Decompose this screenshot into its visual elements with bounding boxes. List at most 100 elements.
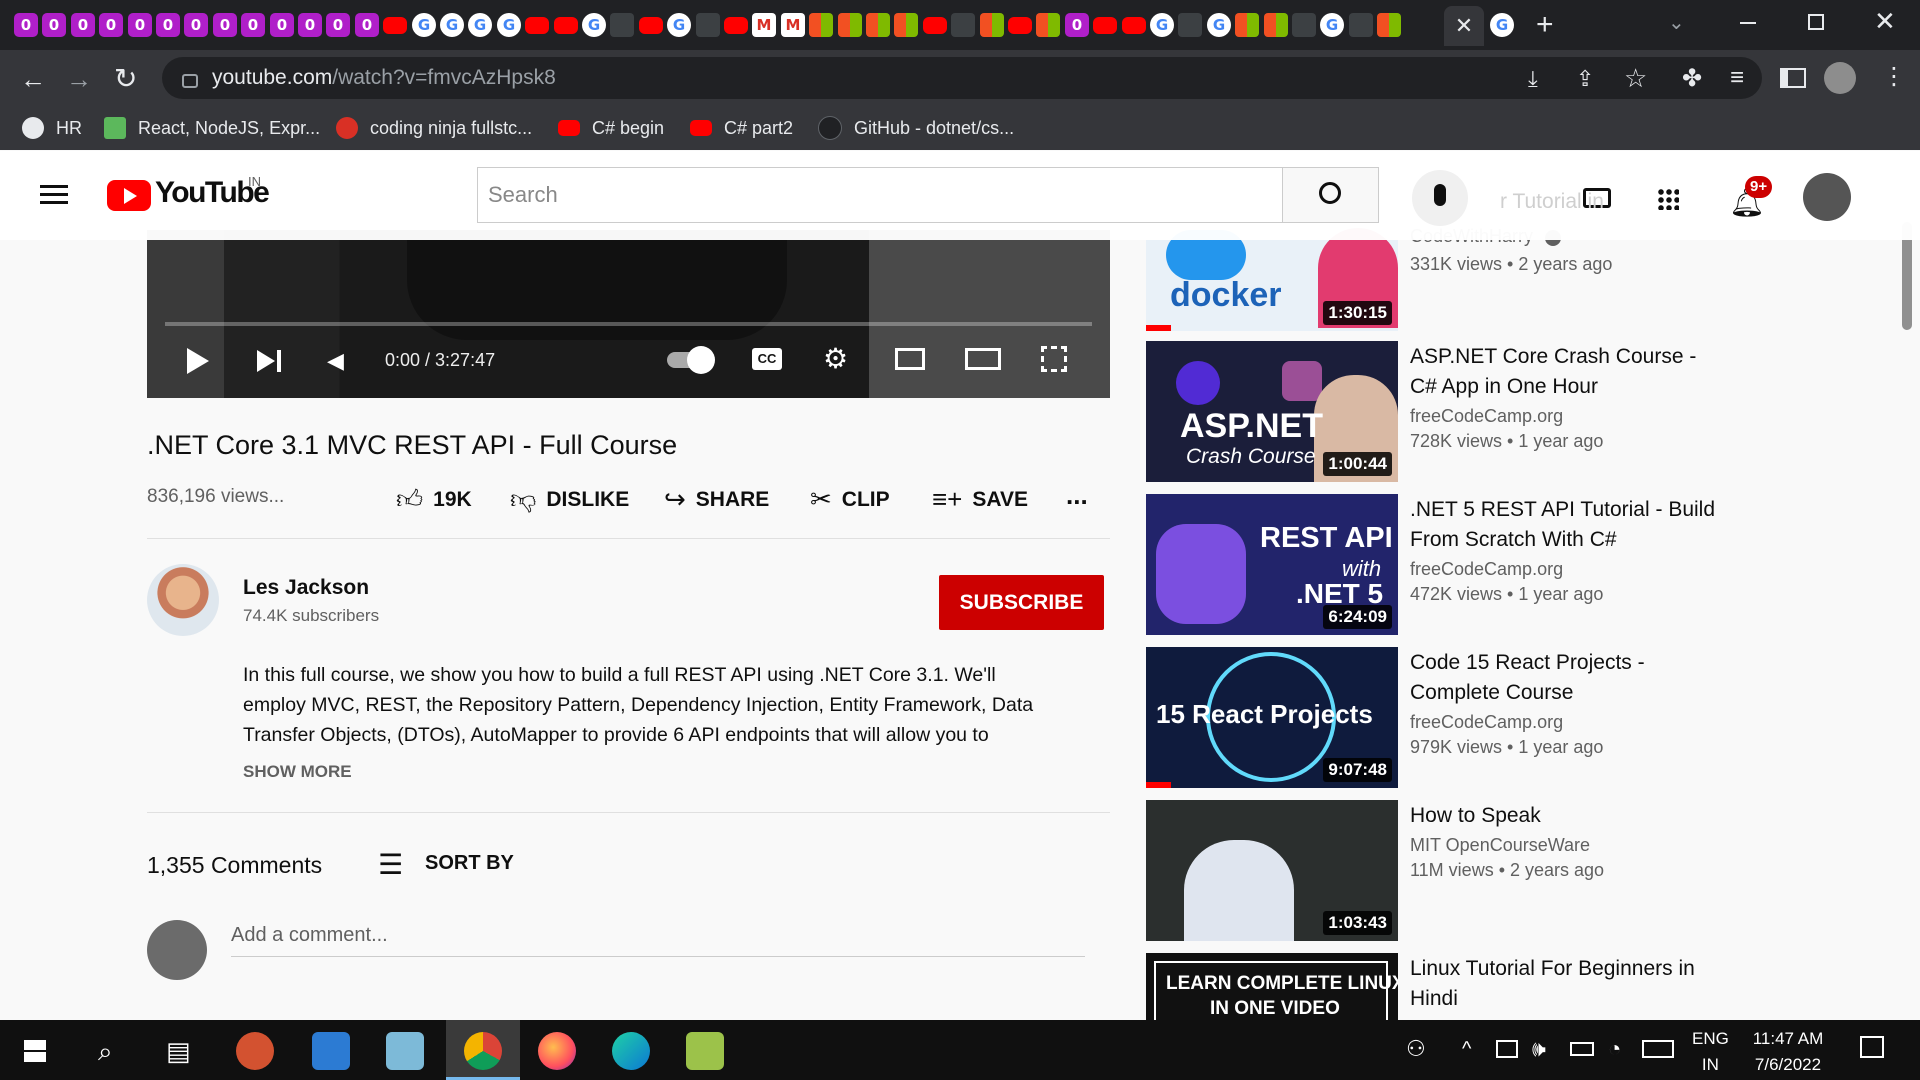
sidebar-thumbnail-rest-api[interactable]: REST API with .NET 5 6:24:09 [1146, 494, 1398, 635]
gmail-tab-icon[interactable]: M [752, 13, 776, 37]
google-tab-icon[interactable]: G [1207, 13, 1231, 37]
pinned-tab-icon[interactable]: 0 [326, 13, 350, 37]
sidebar-item-react[interactable]: Code 15 React Projects - Complete Course… [1410, 648, 1730, 758]
search-button[interactable] [1283, 167, 1379, 223]
side-panel-icon[interactable] [1780, 68, 1806, 88]
youtube-tab-icon[interactable] [1093, 17, 1117, 34]
apps-grid-icon[interactable] [1657, 188, 1679, 210]
new-tab-icon[interactable]: + [1536, 8, 1554, 42]
security-icon[interactable] [1496, 1040, 1518, 1058]
microsoft-tab-icon[interactable] [894, 13, 918, 37]
save-button[interactable]: ≡+ SAVE [932, 484, 1028, 515]
youtube-tab-icon[interactable] [1122, 17, 1146, 34]
microsoft-tab-icon[interactable] [1377, 13, 1401, 37]
youtube-tab-icon[interactable] [525, 17, 549, 34]
youtube-tab-icon[interactable] [383, 17, 407, 34]
gmail-tab-icon[interactable]: M [781, 13, 805, 37]
pinned-tab-icon[interactable]: 0 [184, 13, 208, 37]
youtube-logo-icon[interactable] [107, 180, 151, 211]
sidebar-thumbnail-how-to-speak[interactable]: 1:03:43 [1146, 800, 1398, 941]
share-button[interactable]: ↪ SHARE [664, 484, 769, 515]
pinned-tab-icon[interactable]: 0 [298, 13, 322, 37]
sidebar-thumbnail-linux[interactable]: LEARN COMPLETE LINUX IN ONE VIDEO [1146, 953, 1398, 1020]
pinned-tab-icon[interactable]: 0 [42, 13, 66, 37]
theater-mode-icon[interactable] [965, 348, 1001, 370]
share-page-icon[interactable]: ⇪ [1576, 66, 1594, 92]
subscribe-button[interactable]: SUBSCRIBE [939, 575, 1104, 630]
search-taskbar-icon[interactable]: ⌕ [98, 1036, 113, 1068]
volume-tray-icon[interactable]: 🕪︎ [1532, 1036, 1546, 1062]
forward-icon[interactable]: → [66, 64, 92, 95]
pinned-tab-icon[interactable]: 0 [71, 13, 95, 37]
tab-search-icon[interactable]: ⌄ [1668, 10, 1685, 35]
people-icon[interactable]: ⚇ [1406, 1036, 1426, 1062]
settings-gear-icon[interactable]: ⚙ [823, 342, 848, 375]
site-tab-icon[interactable] [696, 13, 720, 37]
hamburger-menu-icon[interactable] [40, 185, 68, 188]
reload-icon[interactable]: ↻ [114, 62, 137, 95]
language-indicator[interactable]: ENG IN [1692, 1026, 1729, 1078]
sidebar-thumbnail-aspnet[interactable]: ASP.NET Crash Course 1:00:44 [1146, 341, 1398, 482]
pinned-tab-icon[interactable]: 0 [355, 13, 379, 37]
notes-app-icon[interactable] [686, 1032, 724, 1070]
google-tab-icon[interactable]: G [440, 13, 464, 37]
comment-input[interactable]: Add a comment... [231, 924, 1085, 957]
minimize-icon[interactable] [1740, 22, 1756, 24]
progress-bar[interactable] [165, 322, 1092, 326]
wifi-icon[interactable]: ◔ [1608, 1036, 1621, 1062]
google-tab-icon[interactable]: G [1150, 13, 1174, 37]
youtube-tab-icon[interactable] [1008, 17, 1032, 34]
user-account-avatar[interactable] [1803, 173, 1851, 221]
site-tab-icon[interactable] [1292, 13, 1316, 37]
bookmark-coding-ninja[interactable]: coding ninja fullstc... [336, 116, 532, 140]
sidebar-item-aspnet[interactable]: ASP.NET Core Crash Course - C# App in On… [1410, 342, 1730, 452]
cc-button[interactable]: CC [752, 348, 782, 370]
next-icon[interactable] [257, 350, 275, 372]
extensions-icon[interactable]: ✤ [1682, 64, 1702, 93]
sort-icon[interactable]: ☰ [378, 848, 403, 881]
close-tab-icon[interactable]: ✕ [1444, 6, 1484, 46]
microsoft-tab-icon[interactable] [980, 13, 1004, 37]
sidebar-item-linux[interactable]: Linux Tutorial For Beginners in Hindi [1410, 954, 1730, 1014]
bookmark-csharp-part2[interactable]: C# part2 [690, 116, 793, 140]
google-tab-icon[interactable]: G [497, 13, 521, 37]
back-icon[interactable]: ← [20, 64, 46, 95]
youtube-tab-icon[interactable] [724, 17, 748, 34]
close-window-icon[interactable]: ✕ [1874, 6, 1896, 37]
action-center-icon[interactable] [1860, 1036, 1884, 1058]
like-button[interactable]: 👍︎ 19K [396, 484, 472, 515]
site-tab-icon[interactable] [1178, 13, 1202, 37]
reading-list-icon[interactable]: ≡ [1730, 64, 1744, 92]
microsoft-tab-icon[interactable] [1235, 13, 1259, 37]
notepad-icon[interactable] [386, 1032, 424, 1070]
fullscreen-icon[interactable] [1041, 346, 1067, 372]
bookmark-csharp-begin[interactable]: C# begin [558, 116, 664, 140]
youtube-tab-icon[interactable] [923, 17, 947, 34]
microsoft-tab-icon[interactable] [838, 13, 862, 37]
clip-button[interactable]: ✂ CLIP [810, 484, 890, 515]
bookmark-star-icon[interactable]: ☆ [1624, 63, 1647, 94]
pinned-tab-icon[interactable]: 0 [1065, 13, 1089, 37]
sidebar-thumbnail-react[interactable]: 15 React Projects 9:07:48 [1146, 647, 1398, 788]
bookmark-github[interactable]: GitHub - dotnet/cs... [818, 116, 1014, 140]
show-more-button[interactable]: SHOW MORE [243, 762, 352, 782]
volume-icon[interactable]: ◀ [327, 348, 344, 374]
dislike-button[interactable]: 👎︎ DISLIKE [510, 484, 629, 515]
play-icon[interactable] [187, 348, 209, 374]
address-bar[interactable]: youtube.com/watch?v=fmvcAzHpsk8 ⤓ ⇪ ☆ [162, 57, 1762, 99]
site-tab-icon[interactable] [951, 13, 975, 37]
channel-avatar[interactable] [147, 564, 219, 636]
pinned-tab-icon[interactable]: 0 [156, 13, 180, 37]
restore-icon[interactable] [1808, 14, 1824, 30]
view-count[interactable]: 836,196 views... [147, 486, 284, 508]
search-input[interactable]: Search [477, 167, 1283, 223]
channel-name[interactable]: Les Jackson [243, 576, 369, 600]
more-actions-button[interactable]: ... [1066, 480, 1088, 511]
voice-search-button[interactable] [1412, 170, 1468, 226]
firefox-icon[interactable] [538, 1032, 576, 1070]
miniplayer-icon[interactable] [895, 348, 925, 370]
video-player[interactable]: ◀ 0:00 / 3:27:47 CC ⚙ [147, 230, 1110, 398]
google-tab-icon[interactable]: G [412, 13, 436, 37]
sidebar-item-how-to-speak[interactable]: How to Speak MIT OpenCourseWare 11M view… [1410, 801, 1730, 881]
youtube-tab-icon[interactable] [554, 17, 578, 34]
